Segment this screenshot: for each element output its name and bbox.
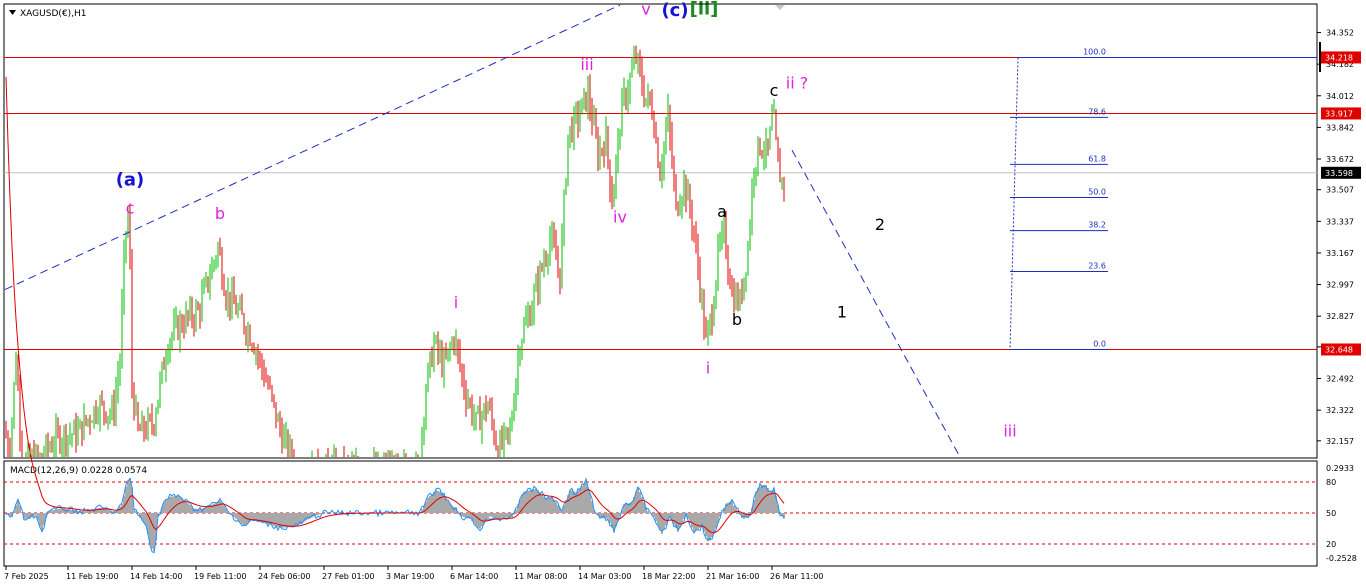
price-chart[interactable]: XAGUSD(€),H1 100.0 78.6 61.8 50.0 38.2 23.6 0.… [0,0,1366,588]
price-tick-label-9: 32.827 [1326,312,1354,321]
price-tag-label-2: 33.598 [1325,169,1353,178]
time-tick-label-9: 14 Mar 03:00 [578,572,631,581]
wave-label-11: b [732,310,742,329]
wave-label-15: 2 [875,215,885,234]
time-tick-label-5: 27 Feb 01:00 [322,572,374,581]
chart-background [0,0,1366,588]
wave-label-1: c [126,198,135,217]
time-tick-label-2: 14 Feb 14:00 [130,572,182,581]
wave-label-2: b [215,204,225,223]
fib-level-label-0: 100.0 [1083,47,1106,56]
wave-label-6: v [641,0,650,18]
price-tag-label-3: 32.648 [1325,345,1353,354]
fib-level-label-3: 50.0 [1088,188,1106,197]
wave-label-8: [ii] [690,0,719,19]
wave-label-13: ii ? [786,74,808,93]
macd-axis-label-1: 80 [1326,478,1336,487]
wave-label-9: i [706,358,710,377]
price-tick-label-6: 33.337 [1326,217,1354,226]
price-tick-label-12: 32.322 [1326,406,1354,415]
scroll-bar-right[interactable] [1319,42,1321,72]
price-tick-label-2: 34.012 [1326,92,1354,101]
price-tick-label-5: 33.507 [1326,186,1354,195]
time-tick-label-3: 19 Feb 11:00 [194,572,246,581]
wave-label-3: i [454,293,458,312]
price-tick-label-8: 32.997 [1326,281,1354,290]
price-tick-label-3: 33.842 [1326,123,1354,132]
fib-level-label-6: 0.0 [1093,339,1106,348]
macd-label: MACD(12,26,9) 0.0228 0.0574 [10,466,147,476]
time-tick-label-11: 21 Mar 16:00 [706,572,759,581]
time-tick-label-10: 18 Mar 22:00 [642,572,695,581]
wave-label-4: iii [580,55,593,74]
time-tick-label-0: 7 Feb 2025 [4,572,49,581]
wave-label-10: a [717,202,727,221]
macd-axis-label-4: -0.2528 [1326,554,1357,563]
wave-label-7: (c) [661,0,688,21]
price-tick-label-0: 34.352 [1326,29,1354,38]
macd-axis-label-0: 0.2933 [1326,464,1354,473]
price-tick-label-7: 33.167 [1326,249,1354,258]
time-tick-label-7: 6 Mar 14:00 [450,572,498,581]
price-tick-label-11: 32.492 [1326,375,1354,384]
time-tick-label-4: 24 Feb 06:00 [258,572,310,581]
time-tick-label-12: 26 Mar 11:00 [770,572,823,581]
wave-label-12: c [770,81,779,100]
fib-level-label-1: 78.6 [1088,107,1106,116]
time-tick-label-1: 11 Feb 19:00 [66,572,118,581]
wave-label-0: (a) [116,169,145,190]
fib-level-label-5: 23.6 [1088,262,1106,271]
wave-label-14: 1 [837,302,847,321]
price-tag-label-0: 34.218 [1325,53,1353,62]
macd-axis-label-2: 50 [1326,509,1336,518]
fib-level-label-2: 61.8 [1088,154,1106,163]
price-tick-label-4: 33.672 [1326,155,1354,164]
price-tag-label-1: 33.917 [1325,109,1353,118]
price-tick-label-13: 32.157 [1326,437,1354,446]
wave-label-16: iii [1003,422,1016,441]
fib-level-label-4: 38.2 [1088,221,1106,230]
time-tick-label-8: 11 Mar 08:00 [514,572,567,581]
macd-axis-label-3: 20 [1326,540,1336,549]
time-tick-label-6: 3 Mar 19:00 [386,572,434,581]
wave-label-5: iv [613,208,627,227]
chart-title: XAGUSD(€),H1 [20,9,86,19]
